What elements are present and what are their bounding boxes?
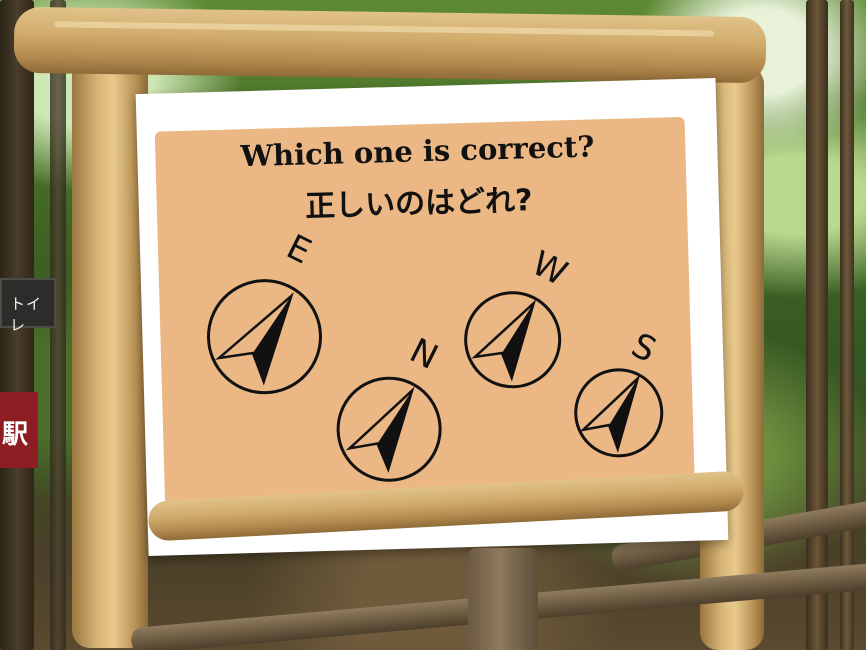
- station-sign-text: 駅: [2, 420, 29, 450]
- compass-4: S: [571, 325, 666, 461]
- toilet-sign: トイレ: [0, 278, 56, 334]
- compass-3: W: [461, 243, 573, 391]
- compass-1: E: [203, 227, 326, 398]
- top-beam-log: [13, 6, 767, 84]
- forest-scene: トイレ 駅 Which one is correct? 正しいのはどれ? E N: [0, 0, 866, 650]
- compass-icon: [336, 376, 442, 482]
- tree-trunk: [840, 0, 854, 650]
- compass-icon: [206, 279, 322, 395]
- station-sign: 駅: [0, 392, 38, 468]
- compass-icon: [574, 368, 664, 458]
- fence-post: [468, 548, 538, 650]
- compass-2: N: [334, 331, 445, 485]
- compass-icon: [464, 291, 562, 389]
- tree-trunk: [806, 0, 828, 650]
- toilet-sign-text: トイレ: [10, 295, 43, 334]
